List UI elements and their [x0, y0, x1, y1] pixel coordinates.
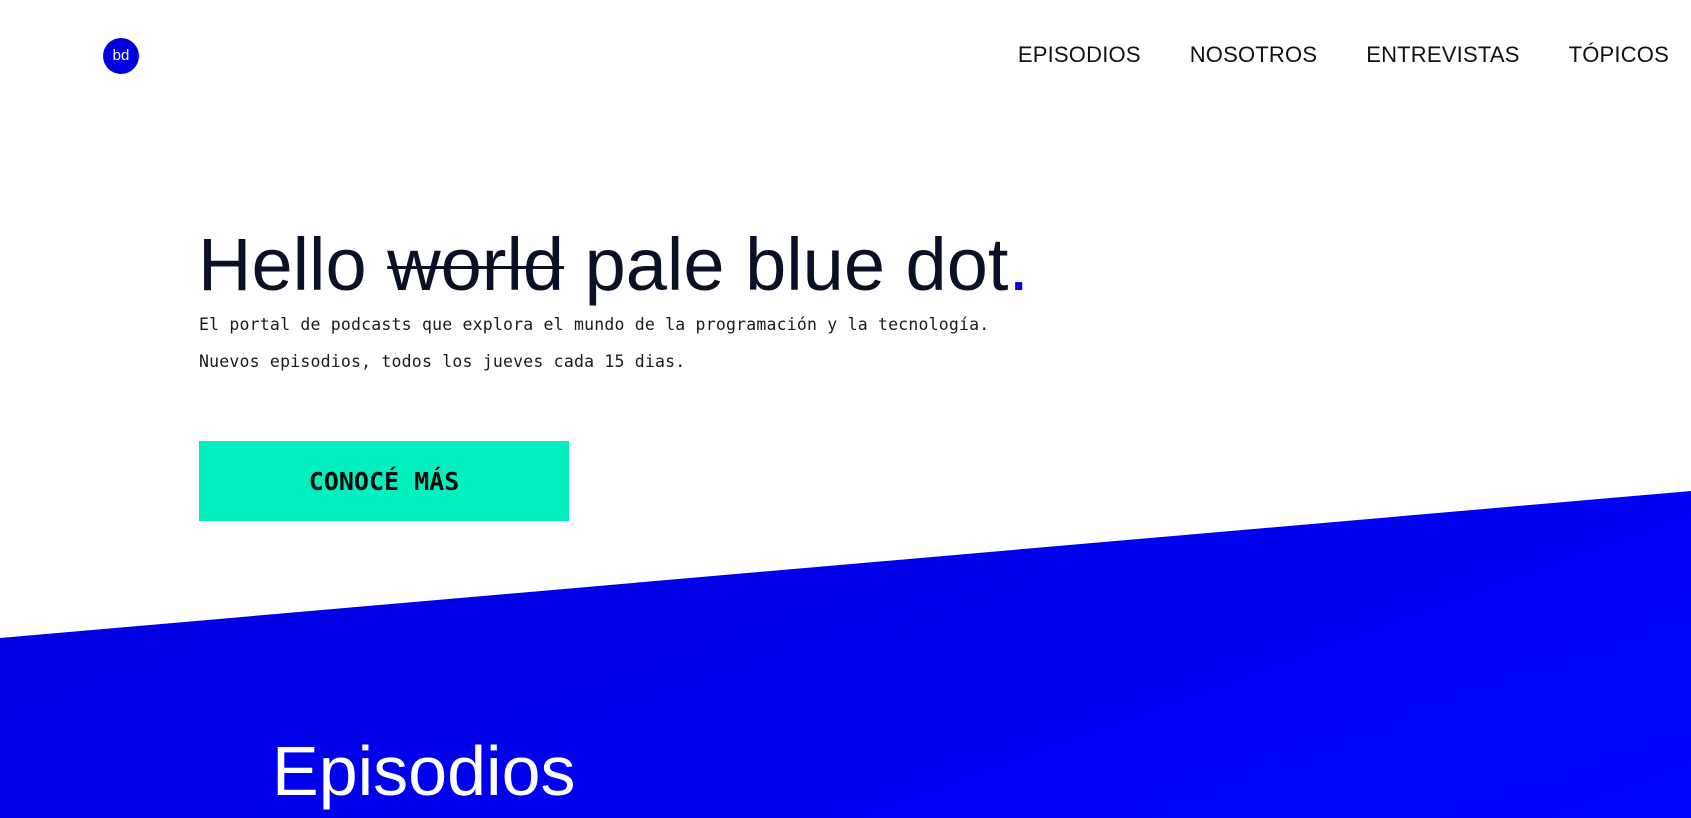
hero-subtitle-line2: Nuevos episodios, todos los jueves cada …: [199, 352, 686, 371]
hero-diagonal-band: [0, 491, 1691, 818]
nav-link-episodios[interactable]: EPISODIOS: [1018, 40, 1141, 70]
main-nav: EPISODIOS NOSOTROS ENTREVISTAS TÓPICOS: [1018, 40, 1669, 70]
hero-title-main: pale blue dot: [584, 223, 1009, 306]
nav-link-topicos[interactable]: TÓPICOS: [1569, 40, 1669, 70]
hero-title-prefix: Hello: [198, 223, 367, 306]
nav-link-entrevistas[interactable]: ENTREVISTAS: [1366, 40, 1519, 70]
hero-title-dot: .: [1008, 223, 1029, 306]
hero-subtitle-line1: El portal de podcasts que explora el mun…: [199, 315, 990, 334]
site-logo[interactable]: bd: [103, 38, 139, 74]
conoce-mas-button[interactable]: CONOCÉ MÁS: [199, 441, 569, 521]
hero-title-struck-word: world: [387, 223, 565, 306]
nav-link-nosotros[interactable]: NOSOTROS: [1190, 40, 1318, 70]
episodes-section-title: Episodios: [272, 732, 576, 810]
hero-title: Hello world pale blue dot.: [198, 220, 1029, 310]
